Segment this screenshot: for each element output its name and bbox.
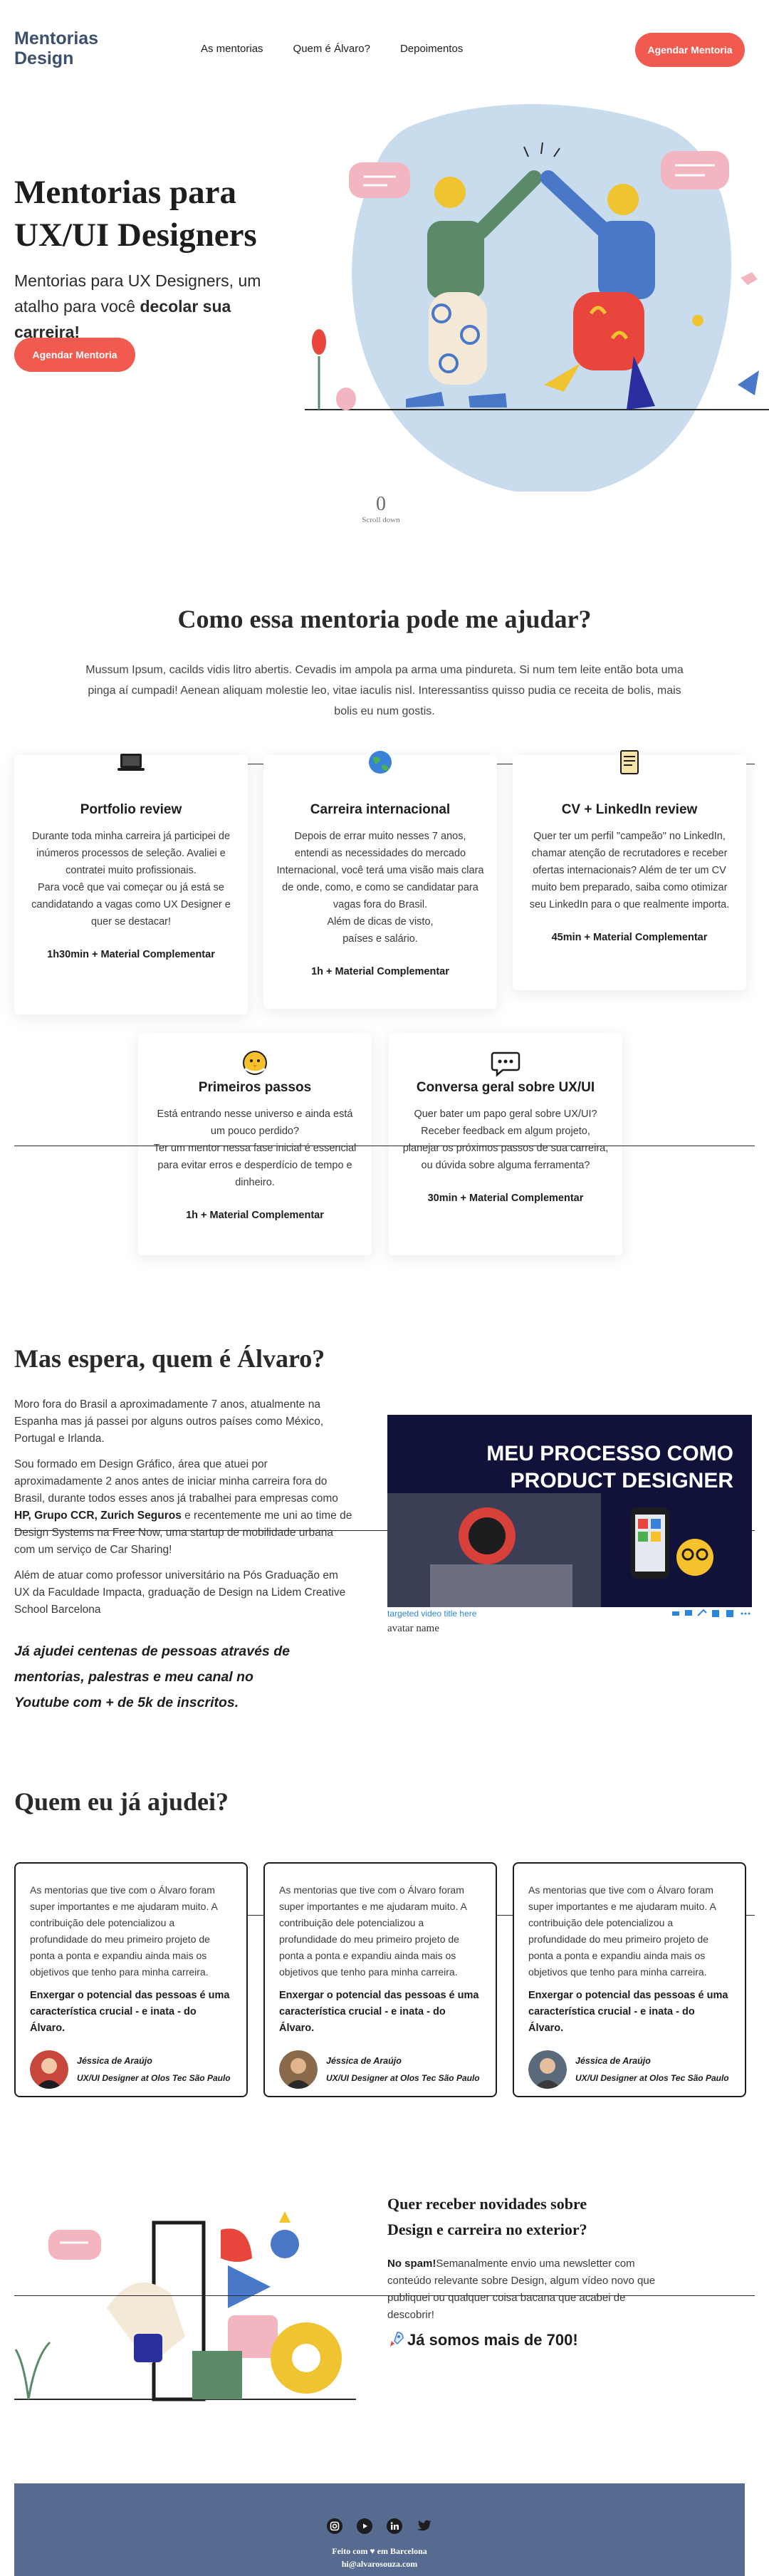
scroll-indicator[interactable]: 0 Scroll down: [360, 493, 402, 524]
service-card[interactable]: CV + LinkedIn review Quer ter um perfil …: [513, 750, 746, 990]
about-paragraph: Sou formado em Design Gráfico, área que …: [14, 1456, 356, 1559]
nav-link-quem-e-alvaro[interactable]: Quem é Álvaro?: [293, 43, 370, 55]
testimonial-card: As mentorias que tive com o Álvaro foram…: [513, 1862, 746, 2097]
video-overlay-line: MEU PROCESSO COMO: [486, 1442, 733, 1465]
instagram-icon[interactable]: [326, 2518, 343, 2535]
newsletter-illustration: [14, 2211, 356, 2401]
service-card-text: Está entrando nesse universo e ainda est…: [153, 1108, 357, 1188]
service-card-title: Primeiros passos: [198, 1080, 312, 1095]
service-card-text: Quer bater um papo geral sobre UX/UI? Re…: [402, 1108, 609, 1171]
service-card-text: Durante toda minha carreira já participe…: [31, 831, 231, 928]
service-card-title: Carreira internacional: [310, 802, 451, 817]
youtube-video-player[interactable]: MEU PROCESSO COMO PRODUCT DESIGNER: [387, 1415, 752, 1607]
section-divider: [14, 2295, 755, 2296]
site-footer: Feito com ♥ em Barcelona hi@alvarosouza.…: [14, 2483, 745, 2576]
service-card-duration: 1h30min + Material Complementar: [47, 949, 215, 960]
testimonial-text: As mentorias que tive com o Álvaro foram…: [30, 1884, 218, 1978]
about-text-span: Sou formado em Design Gráfico, área que …: [14, 1458, 338, 1505]
service-card-text: Quer ter um perfil "campeão" no LinkedIn…: [529, 831, 730, 910]
help-intro: Mussum Ipsum, cacilds vidis litro aberti…: [85, 664, 684, 717]
globe-icon: [369, 751, 392, 774]
testimonials-section-title: Quem eu já ajudei?: [14, 1787, 229, 1816]
chat-bubble-icon: [491, 1051, 520, 1077]
service-card-text: Depois de errar muito nesses 7 anos, ent…: [276, 831, 484, 945]
video-overlay-line: PRODUCT DESIGNER: [510, 1469, 733, 1492]
document-icon: [620, 750, 639, 774]
subscriber-count: Já somos mais de 700!: [387, 2331, 578, 2349]
hero-title: Mentorias para UX/UI Designers: [14, 174, 257, 254]
service-card[interactable]: Primeiros passos Está entrando nesse uni…: [138, 1033, 372, 1255]
subscriber-count-text: Já somos mais de 700!: [407, 2331, 578, 2349]
twitter-icon[interactable]: [416, 2518, 433, 2535]
youtube-icon[interactable]: [356, 2518, 373, 2535]
about-text: Moro fora do Brasil a aproximadamente 7 …: [14, 1396, 356, 1627]
about-paragraph: Moro fora do Brasil a aproximadamente 7 …: [14, 1398, 324, 1445]
service-card[interactable]: Carreira internacional Depois de errar m…: [263, 751, 497, 1009]
laptop-icon: [117, 754, 145, 771]
testimonial-role: UX/UI Designer at Olos Tec São Paulo: [77, 2073, 231, 2083]
testimonial-name: Jéssica de Araújo: [575, 2056, 651, 2066]
video-avatar-name: avatar name: [387, 1623, 439, 1634]
newsletter-title: Quer receber novidades sobre Design e ca…: [387, 2195, 587, 2238]
testimonial-highlight: Enxergar o potencial das pessoas é uma c…: [528, 1990, 728, 2034]
about-paragraph: Além de atuar como professor universitár…: [14, 1569, 346, 1616]
site-header: Mentorias Design As mentorias Quem é Álv…: [0, 0, 769, 100]
header-schedule-button[interactable]: Agendar Mentoria: [635, 33, 745, 67]
about-section-title: Mas espera, quem é Álvaro?: [14, 1344, 325, 1373]
testimonial-author: Jéssica de Araújo UX/UI Designer at Olos…: [528, 2050, 729, 2089]
service-card-title: Conversa geral sobre UX/UI: [416, 1080, 595, 1095]
linkedin-icon[interactable]: [386, 2518, 403, 2535]
service-card-duration: 1h + Material Complementar: [186, 1210, 324, 1221]
testimonial-card: As mentorias que tive com o Álvaro foram…: [14, 1862, 248, 2097]
footer-email[interactable]: hi@alvarosouza.com: [14, 2559, 745, 2570]
service-card-duration: 30min + Material Complementar: [427, 1193, 584, 1204]
avatar: [30, 2050, 68, 2089]
testimonial-highlight: Enxergar o potencial das pessoas é uma c…: [30, 1990, 230, 2034]
testimonial-author: Jéssica de Araújo UX/UI Designer at Olos…: [279, 2050, 480, 2089]
chick-icon: [243, 1051, 267, 1075]
testimonial-text: As mentorias que tive com o Álvaro foram…: [279, 1884, 467, 1978]
site-logo[interactable]: Mentorias Design: [14, 28, 114, 68]
service-card[interactable]: Conversa geral sobre UX/UI Quer bater um…: [389, 1033, 622, 1255]
testimonial-name: Jéssica de Araújo: [326, 2056, 402, 2066]
newsletter-no-spam: No spam!: [387, 2258, 436, 2270]
avatar: [279, 2050, 318, 2089]
video-actions-icon[interactable]: [672, 1609, 750, 1619]
avatar: [528, 2050, 567, 2089]
video-title-link[interactable]: targeted video title here: [387, 1609, 476, 1619]
testimonial-card: As mentorias que tive com o Álvaro foram…: [263, 1862, 497, 2097]
hero-subtitle: Mentorias para UX Designers, um atalho p…: [14, 268, 292, 345]
service-card-title: Portfolio review: [80, 802, 182, 817]
testimonial-name: Jéssica de Araújo: [77, 2056, 152, 2066]
rocket-icon: [390, 2332, 404, 2347]
footer-made-with: Feito com ♥ em Barcelona: [332, 2546, 427, 2556]
video-overlay-title: MEU PROCESSO COMO PRODUCT DESIGNER: [486, 1440, 733, 1495]
main-nav: As mentorias Quem é Álvaro? Depoimentos: [201, 43, 463, 55]
testimonial-role: UX/UI Designer at Olos Tec São Paulo: [575, 2073, 729, 2083]
hero-schedule-button[interactable]: Agendar Mentoria: [14, 338, 135, 372]
newsletter-text: No spam!Semanalmente envio uma newslette…: [387, 2255, 672, 2324]
service-card-title: CV + LinkedIn review: [561, 802, 698, 817]
testimonial-role: UX/UI Designer at Olos Tec São Paulo: [326, 2073, 480, 2083]
testimonial-highlight: Enxergar o potencial das pessoas é uma c…: [279, 1990, 479, 2034]
service-card-duration: 45min + Material Complementar: [551, 932, 708, 943]
social-links: [14, 2518, 745, 2535]
help-section-title: Como essa mentoria pode me ajudar?: [177, 605, 592, 633]
about-companies: HP, Grupo CCR, Zurich Seguros: [14, 1510, 182, 1522]
testimonial-text: As mentorias que tive com o Álvaro foram…: [528, 1884, 716, 1978]
about-quote: Já ajudei centenas de pessoas através de…: [14, 1643, 290, 1710]
scroll-label: Scroll down: [362, 516, 400, 524]
service-card[interactable]: Portfolio review Durante toda minha carr…: [14, 754, 248, 1014]
hero-illustration: [305, 104, 769, 492]
testimonial-author: Jéssica de Araújo UX/UI Designer at Olos…: [30, 2050, 231, 2089]
service-card-duration: 1h + Material Complementar: [311, 966, 449, 977]
scroll-counter: 0: [376, 493, 386, 515]
nav-link-mentorias[interactable]: As mentorias: [201, 43, 263, 55]
nav-link-depoimentos[interactable]: Depoimentos: [400, 43, 463, 55]
